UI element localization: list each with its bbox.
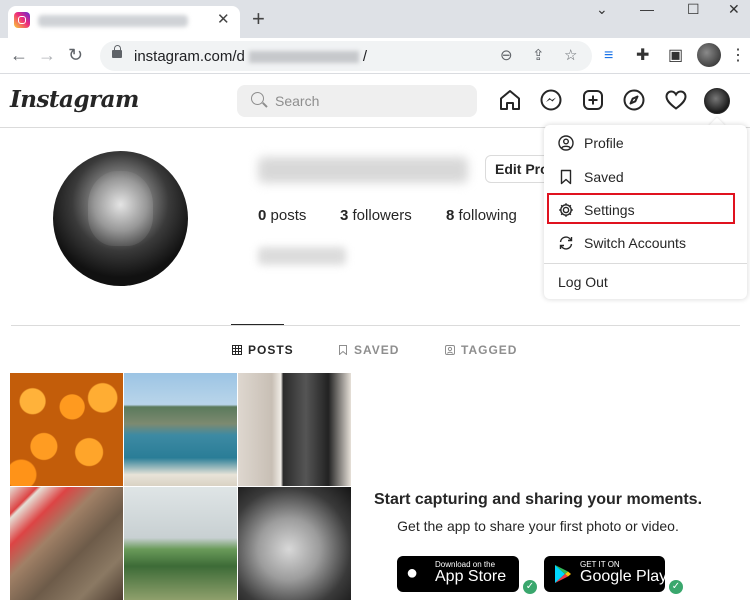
messenger-icon[interactable]	[539, 88, 563, 112]
zoom-icon[interactable]: ⊖	[500, 47, 513, 65]
google-play-button[interactable]: GET IT ON Google Play	[544, 556, 668, 592]
sample-photo-grid	[10, 373, 352, 600]
profile-photo[interactable]	[53, 151, 188, 286]
window-maximize-icon[interactable]: ☐	[687, 0, 700, 18]
google-play-icon	[555, 565, 571, 583]
switch-icon	[559, 236, 573, 250]
tab-saved[interactable]: SAVED	[338, 343, 399, 357]
photo-dog	[10, 487, 123, 600]
check-icon: ✓	[669, 580, 683, 594]
explore-icon[interactable]	[622, 88, 646, 112]
profile-avatar-button[interactable]	[704, 88, 730, 114]
menu-item-label: Saved	[584, 169, 624, 185]
photo-cactus	[124, 487, 237, 600]
menu-item-label: Switch Accounts	[584, 235, 686, 251]
browser-tab[interactable]: ✕	[8, 6, 240, 38]
url-text: instagram.com/d /	[134, 48, 368, 65]
new-tab-button[interactable]: +	[252, 6, 265, 32]
instagram-favicon-icon	[14, 12, 30, 28]
search-input[interactable]	[275, 85, 465, 117]
lock-icon	[112, 45, 122, 58]
search-box[interactable]	[237, 85, 477, 117]
home-icon[interactable]	[498, 88, 522, 112]
browser-profile-avatar[interactable]	[697, 43, 721, 67]
browser-toolbar: ← → ↻ instagram.com/d / ⊖ ⇪ ☆ ≡ ✚ ▣ ⋮	[0, 38, 750, 74]
browser-tab-bar: ✕ + ⌄ — ☐ ✕	[0, 0, 750, 38]
posts-count: 0 posts	[258, 207, 307, 224]
username-redacted	[258, 157, 468, 183]
following-link[interactable]: 8 following	[446, 207, 517, 224]
cta-subtitle: Get the app to share your first photo or…	[397, 518, 679, 534]
settings-highlight-box	[547, 193, 735, 224]
forward-icon[interactable]: →	[38, 44, 56, 66]
app-store-big-text: App Store	[435, 568, 507, 585]
menu-item-saved[interactable]: Saved	[544, 160, 747, 193]
photo-baby	[238, 487, 351, 600]
bookmark-star-icon[interactable]: ☆	[564, 47, 577, 65]
url-redacted	[248, 51, 359, 64]
heart-icon[interactable]	[664, 88, 688, 112]
google-play-big-text: Google Play	[580, 568, 668, 585]
photo-coastline	[124, 373, 237, 486]
tab-close-icon[interactable]: ✕	[217, 10, 230, 30]
bookmark-icon	[339, 345, 347, 355]
tab-posts[interactable]: POSTS	[232, 343, 294, 357]
share-icon[interactable]: ⇪	[532, 47, 545, 65]
search-icon	[251, 92, 264, 105]
menu-item-label: Profile	[584, 135, 624, 151]
apple-icon: ●	[406, 562, 419, 584]
instagram-header: Instagram	[0, 75, 750, 128]
menu-item-switch-accounts[interactable]: Switch Accounts	[544, 226, 747, 259]
app-store-button[interactable]: ● Download on the App Store	[397, 556, 519, 592]
address-bar[interactable]: instagram.com/d / ⊖ ⇪ ☆	[100, 41, 592, 71]
window-close-icon[interactable]: ✕	[728, 0, 740, 18]
tab-title-redacted	[38, 15, 188, 27]
instagram-logo[interactable]: Instagram	[10, 86, 139, 113]
cta-title: Start capturing and sharing your moments…	[373, 491, 703, 508]
menu-item-logout[interactable]: Log Out	[544, 264, 747, 299]
menu-item-profile[interactable]: Profile	[544, 126, 747, 159]
new-post-icon[interactable]	[581, 88, 605, 112]
window-minimize-icon[interactable]: —	[640, 0, 654, 18]
full-name-redacted	[258, 247, 346, 265]
back-icon[interactable]: ←	[10, 44, 28, 66]
reading-list-icon[interactable]: ≡	[604, 47, 613, 65]
photo-oranges	[10, 373, 123, 486]
side-panel-icon[interactable]: ▣	[668, 47, 683, 65]
grid-icon	[232, 345, 242, 355]
followers-link[interactable]: 3 followers	[340, 207, 412, 224]
tagged-icon	[445, 345, 455, 355]
active-tab-indicator	[231, 324, 284, 325]
menu-item-label: Log Out	[558, 274, 608, 290]
tab-tagged[interactable]: TAGGED	[445, 343, 517, 357]
check-icon: ✓	[523, 580, 537, 594]
reload-icon[interactable]: ↻	[68, 44, 83, 66]
extensions-icon[interactable]: ✚	[636, 47, 649, 65]
window-dropdown-icon[interactable]: ⌄	[596, 0, 608, 18]
profile-divider	[11, 325, 740, 326]
bookmark-icon	[560, 169, 572, 185]
photo-booth-strip	[238, 373, 351, 486]
profile-icon	[558, 135, 574, 151]
browser-menu-icon[interactable]: ⋮	[730, 47, 746, 65]
